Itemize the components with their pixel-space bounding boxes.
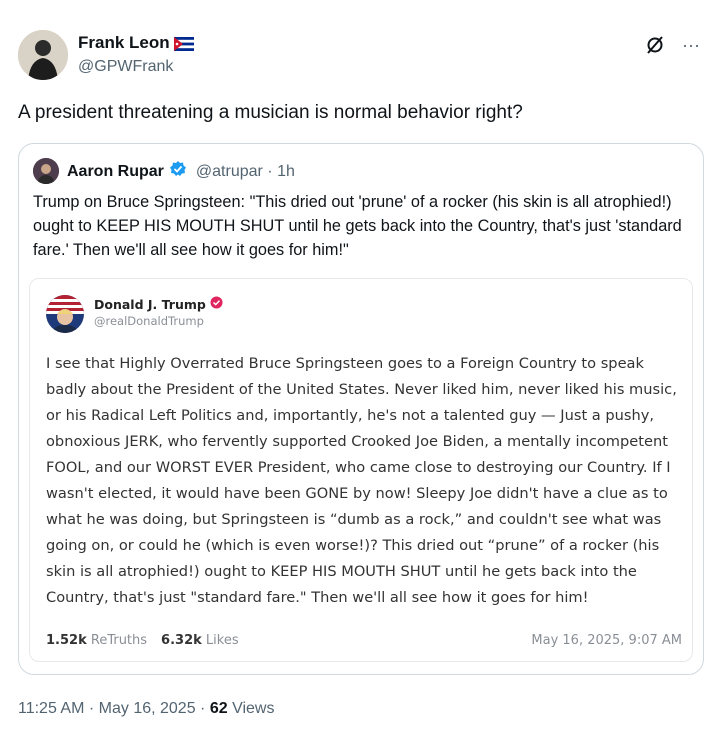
truth-text: I see that Highly Overrated Bruce Spring…	[46, 355, 677, 606]
quote-text: Trump on Bruce Springsteen: "This dried …	[33, 193, 682, 259]
quote-author-handle: @atrupar	[195, 162, 263, 180]
post: Frank Leon @GPWFrank ··· A president thr…	[0, 0, 720, 732]
quote-author-name: Aaron Rupar	[67, 162, 164, 180]
truth-author-avatar	[46, 295, 84, 333]
author-handle[interactable]: @GPWFrank	[78, 58, 173, 76]
retruths-stat: 1.52k ReTruths	[46, 633, 148, 648]
views-label: Views	[232, 700, 275, 717]
cuba-flag-icon	[173, 36, 194, 51]
truth-author-row: Donald J. Trump	[94, 296, 223, 312]
quote-age: 1h	[277, 162, 295, 180]
quote-author-row: Aaron Rupar @atrupar · 1h	[67, 160, 295, 183]
quoted-post[interactable]: Aaron Rupar @atrupar · 1h Trump on Bruce…	[18, 143, 704, 675]
post-text: A president threatening a musician is no…	[18, 102, 523, 123]
author-name[interactable]: Frank Leon	[78, 33, 194, 53]
truth-author-name: Donald J. Trump	[94, 296, 206, 312]
likes-stat: 6.32k Likes	[161, 633, 239, 648]
post-date[interactable]: May 16, 2025	[99, 700, 196, 717]
truth-author-handle: @realDonaldTrump	[94, 314, 204, 328]
truth-verified-icon	[210, 296, 223, 312]
post-meta: 11:25 AM · May 16, 2025 · 62 Views	[18, 700, 275, 717]
quote-author-avatar	[33, 158, 59, 184]
truth-date: May 16, 2025, 9:07 AM	[531, 633, 682, 648]
author-avatar[interactable]	[18, 30, 68, 80]
views-count: 62	[209, 700, 228, 717]
top-actions: ···	[644, 34, 702, 56]
post-time[interactable]: 11:25 AM	[18, 700, 84, 717]
truth-screenshot: Donald J. Trump @realDonaldTrump I see t…	[29, 278, 693, 662]
more-icon[interactable]: ···	[680, 34, 702, 56]
grok-icon[interactable]	[644, 34, 666, 56]
truth-stats: 1.52k ReTruths 6.32k Likes May 16, 2025,…	[46, 633, 682, 648]
verified-badge-icon	[169, 160, 187, 183]
